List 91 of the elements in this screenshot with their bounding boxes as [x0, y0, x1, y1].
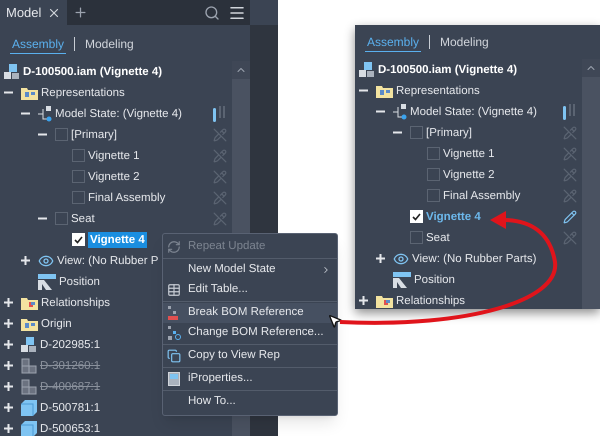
- view-tab[interactable]: Modeling: [83, 35, 136, 53]
- tree-item[interactable]: D-100500.iam (Vignette 4): [378, 62, 518, 78]
- eye-icon: [393, 250, 409, 266]
- menu-item[interactable]: Copy to View Rep: [163, 346, 337, 366]
- checkbox[interactable]: [72, 149, 85, 162]
- tree-item[interactable]: Vignette 4: [88, 232, 147, 248]
- tab-label: Model: [6, 4, 42, 22]
- checkbox[interactable]: [55, 128, 68, 141]
- position-icon: [393, 272, 411, 288]
- folder-icon: [21, 316, 38, 330]
- tree-item[interactable]: Seat: [71, 210, 95, 226]
- tree-item[interactable]: Vignette 2: [443, 166, 495, 182]
- position-icon: [38, 274, 56, 290]
- checkbox[interactable]: [427, 168, 440, 181]
- tree-item[interactable]: Vignette 1: [443, 146, 495, 162]
- cubes-icon: [359, 62, 375, 78]
- cubes-icon: [4, 64, 20, 80]
- tree-item[interactable]: Vignette 2: [88, 168, 140, 184]
- status-bars-icon: [213, 106, 227, 122]
- view-tab[interactable]: Modeling: [438, 33, 491, 51]
- menu-item[interactable]: Change BOM Reference...: [163, 323, 337, 343]
- expand-icon[interactable]: [4, 319, 13, 328]
- cube-icon: [21, 400, 37, 416]
- tree-item[interactable]: Relationships: [396, 292, 466, 308]
- tree-item[interactable]: Final Assembly: [88, 190, 166, 206]
- tree-item[interactable]: Representations: [396, 82, 480, 98]
- menu-item[interactable]: How To...: [163, 392, 337, 412]
- expand-icon[interactable]: [4, 403, 13, 412]
- checkbox[interactable]: [72, 170, 85, 183]
- stacked-cubes-icon: [21, 378, 37, 394]
- checkbox[interactable]: [410, 231, 423, 244]
- mouse-cursor-icon: [327, 313, 343, 329]
- hierarchy-icon: [38, 106, 52, 122]
- document-icon: [168, 372, 180, 386]
- status-bars-icon: [563, 104, 577, 120]
- table-icon: [167, 283, 181, 297]
- stacked-cubes-icon: [21, 358, 37, 374]
- tree-item[interactable]: Origin: [41, 316, 72, 332]
- checkbox[interactable]: [72, 191, 85, 204]
- checkbox[interactable]: [427, 189, 440, 202]
- tree-item[interactable]: Model State: (Vignette 4): [410, 104, 537, 120]
- folder-icon: [21, 86, 38, 100]
- tree-item[interactable]: Seat: [426, 230, 450, 246]
- tree-item[interactable]: Relationships: [41, 294, 110, 310]
- menu-item[interactable]: iProperties...: [163, 369, 337, 389]
- tree-item[interactable]: View: (No Rubber P: [57, 252, 158, 268]
- add-tab-icon[interactable]: [73, 5, 88, 20]
- tree-item[interactable]: [Primary]: [426, 124, 472, 140]
- swap-icon: [167, 326, 181, 340]
- tree-item[interactable]: Vignette 1: [88, 148, 140, 164]
- cube-icon: [21, 420, 37, 436]
- expand-icon[interactable]: [359, 296, 368, 305]
- hierarchy-icon: [393, 104, 407, 120]
- checkbox[interactable]: [427, 147, 440, 160]
- checkbox[interactable]: [55, 212, 68, 225]
- folder-icon: [21, 296, 38, 310]
- expand-icon[interactable]: [4, 382, 13, 391]
- break-link-icon: [167, 306, 181, 320]
- tree-item[interactable]: Model State: (Vignette 4): [55, 106, 182, 122]
- tree-item[interactable]: D-100500.iam (Vignette 4): [23, 64, 162, 80]
- tree-item[interactable]: D-500653:1: [40, 420, 100, 436]
- view-tab[interactable]: Assembly: [365, 32, 422, 52]
- browser-tab[interactable]: Model: [0, 0, 68, 25]
- scrollbar[interactable]: [582, 59, 600, 309]
- folder-icon: [376, 84, 393, 98]
- expand-icon[interactable]: [4, 298, 13, 307]
- expand-icon[interactable]: [4, 361, 13, 370]
- eye-icon: [38, 252, 54, 268]
- menu-item[interactable]: New Model State: [163, 260, 337, 280]
- expand-icon[interactable]: [376, 254, 385, 263]
- pencil-icon[interactable]: [563, 210, 577, 224]
- tree-item[interactable]: Position: [414, 272, 455, 288]
- tree-item[interactable]: [Primary]: [71, 126, 117, 142]
- menu-item[interactable]: Edit Table...: [163, 280, 337, 300]
- tree-item[interactable]: Final Assembly: [443, 188, 520, 204]
- repeat-icon: [167, 240, 181, 254]
- tree-item[interactable]: View: (No Rubber Parts): [412, 250, 536, 266]
- expand-icon[interactable]: [4, 340, 13, 349]
- folder-icon: [376, 294, 393, 308]
- expand-icon[interactable]: [21, 256, 30, 265]
- tree-item[interactable]: D-202985:1: [40, 336, 100, 352]
- tree-item[interactable]: Vignette 4: [426, 208, 481, 224]
- tree-item[interactable]: Representations: [41, 84, 125, 100]
- copy-icon: [167, 349, 181, 363]
- checkbox[interactable]: [410, 126, 423, 139]
- tree-item[interactable]: D-500781:1: [40, 400, 100, 416]
- tree-item[interactable]: Position: [59, 274, 100, 290]
- search-icon[interactable]: [204, 4, 220, 20]
- view-tab[interactable]: Assembly: [10, 34, 66, 54]
- expand-icon[interactable]: [4, 424, 13, 433]
- cubes-icon: [21, 336, 37, 352]
